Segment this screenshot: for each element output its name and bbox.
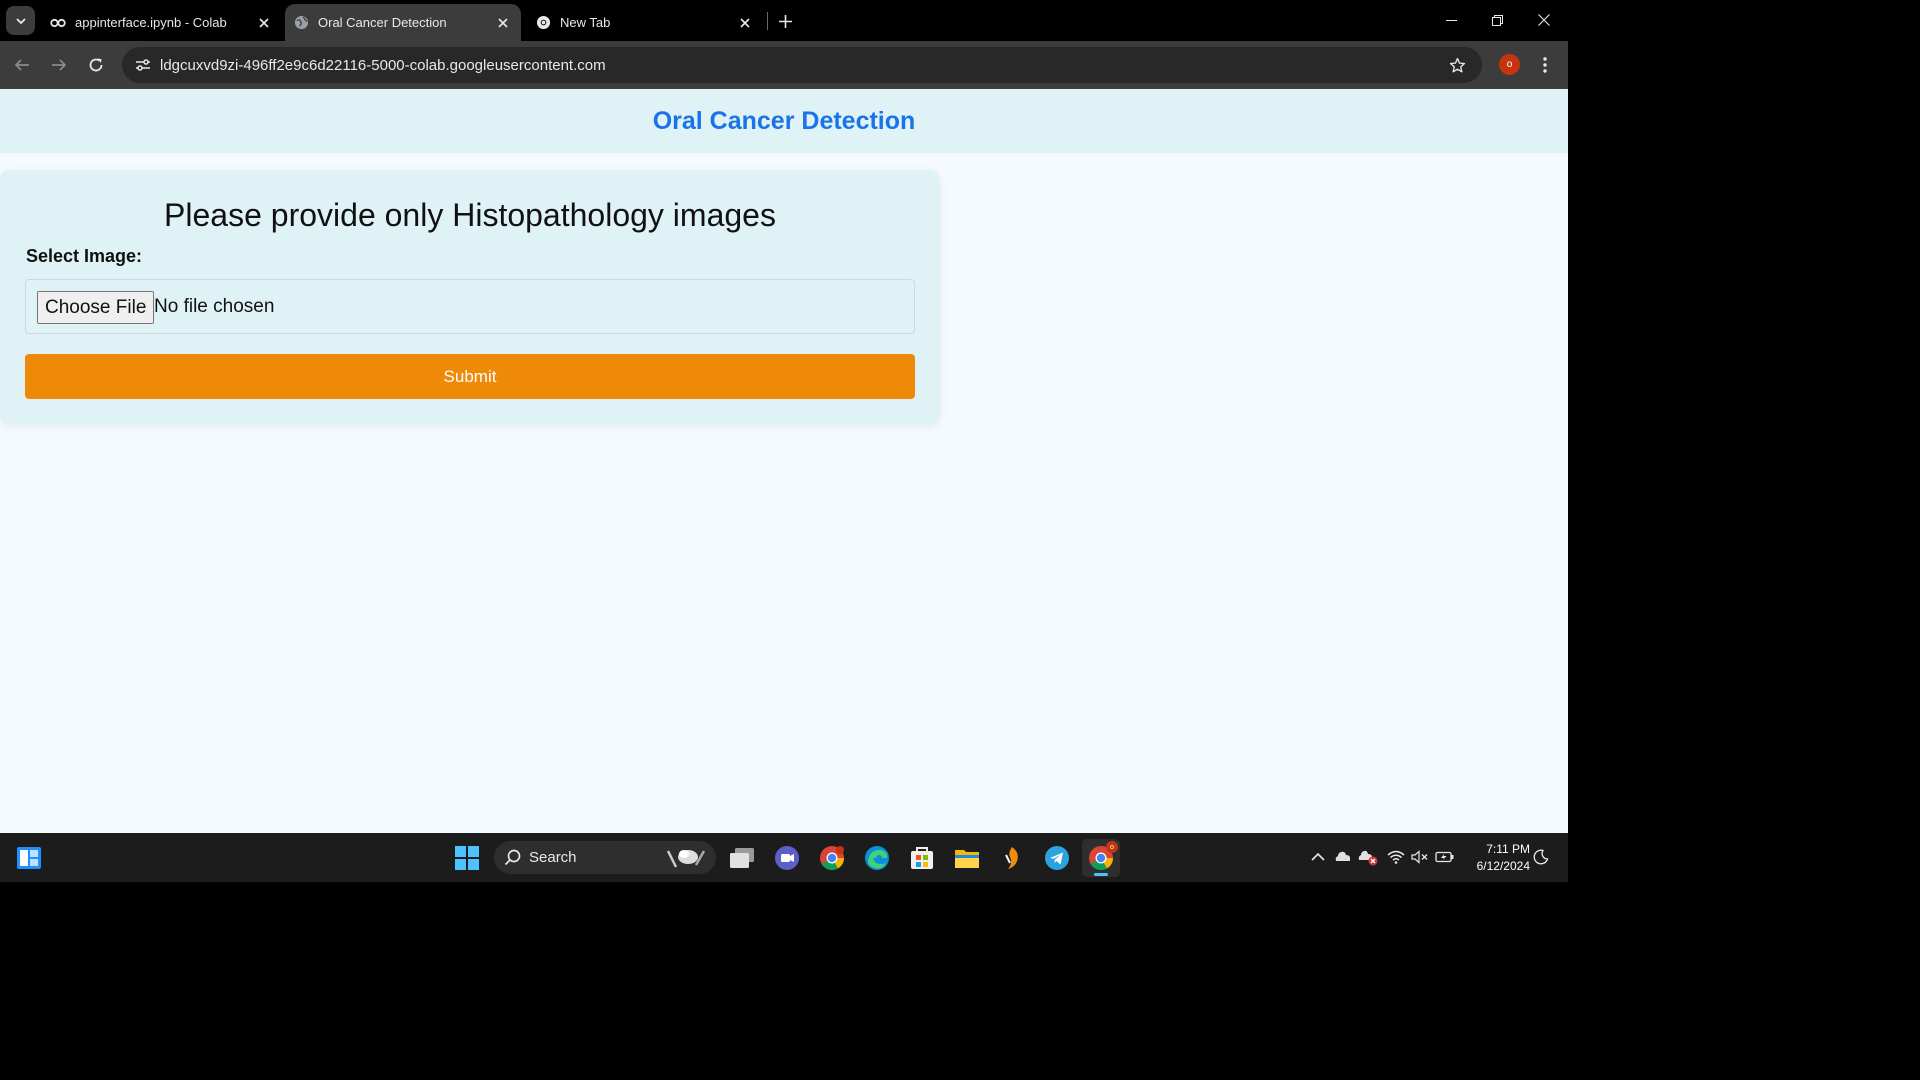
reload-button[interactable]	[80, 49, 112, 81]
folder-icon	[955, 850, 979, 868]
close-window-button[interactable]	[1521, 0, 1567, 40]
wifi-icon[interactable]	[1386, 847, 1406, 867]
tab-search-button[interactable]	[6, 6, 35, 35]
minimize-icon	[1445, 19, 1457, 21]
file-explorer-button[interactable]	[948, 839, 986, 877]
orange-app-button[interactable]	[993, 839, 1031, 877]
arrow-right-icon	[52, 59, 67, 71]
sync-error-tray-icon[interactable]	[1358, 847, 1378, 867]
tab-colab[interactable]: appinterface.ipynb - Colab	[42, 4, 282, 41]
task-view-icon	[730, 848, 754, 868]
store-button[interactable]	[903, 839, 941, 877]
search-icon	[504, 849, 521, 866]
bookmark-star-icon[interactable]	[1446, 54, 1468, 76]
tab-title: Oral Cancer Detection	[318, 15, 447, 30]
clock-time: 7:11 PM	[1486, 842, 1530, 856]
site-info-icon[interactable]	[129, 51, 157, 79]
submit-button[interactable]: Submit	[25, 354, 915, 399]
task-view-button[interactable]	[723, 839, 761, 877]
battery-charging-icon[interactable]	[1435, 847, 1455, 867]
chrome-profile-button[interactable]	[813, 839, 851, 877]
search-highlight-icon	[666, 849, 706, 868]
tab-oral-cancer-detection[interactable]: Oral Cancer Detection	[285, 4, 521, 41]
edge-button[interactable]	[858, 839, 896, 877]
search-label: Search	[529, 849, 577, 866]
chrome-icon	[820, 846, 844, 871]
store-icon	[911, 847, 933, 869]
globe-icon	[293, 15, 309, 31]
new-tab-button[interactable]	[772, 8, 798, 34]
telegram-icon	[1045, 846, 1069, 870]
upload-card: Please provide only Histopathology image…	[0, 170, 940, 425]
file-input[interactable]: Choose File No file chosen	[25, 279, 915, 334]
tab-new-tab[interactable]: New Tab	[527, 4, 763, 41]
profile-avatar[interactable]: o	[1499, 54, 1520, 75]
telegram-button[interactable]	[1038, 839, 1076, 877]
page-content: Oral Cancer Detection Please provide onl…	[0, 89, 1568, 833]
app-icon	[1005, 847, 1018, 869]
onedrive-tray-icon[interactable]	[1333, 847, 1353, 867]
taskbar-search-box[interactable]: Search	[494, 841, 716, 874]
forward-button[interactable]	[43, 49, 75, 81]
widgets-icon	[17, 847, 41, 869]
address-bar[interactable]: ldgcuxvd9zi-496ff2e9c6d22116-5000-colab.…	[122, 47, 1482, 83]
url-text[interactable]: ldgcuxvd9zi-496ff2e9c6d22116-5000-colab.…	[160, 57, 606, 74]
choose-file-button[interactable]: Choose File	[37, 291, 155, 324]
volume-muted-icon[interactable]	[1410, 847, 1430, 867]
close-icon[interactable]	[493, 13, 513, 33]
restore-button[interactable]	[1474, 0, 1520, 40]
restore-icon	[1491, 14, 1503, 26]
windows-logo-icon	[455, 846, 479, 870]
site-title: Oral Cancer Detection	[652, 106, 916, 135]
browser-tab-strip: appinterface.ipynb - Colab Oral Cancer D…	[0, 0, 1568, 41]
select-image-label: Select Image:	[26, 246, 143, 266]
clock-date: 6/12/2024	[1476, 859, 1530, 873]
file-status-text: No file chosen	[154, 296, 275, 317]
plus-icon	[778, 14, 792, 28]
chevron-up-icon	[1311, 852, 1325, 861]
notification-badge: o	[1106, 841, 1118, 853]
teams-icon	[775, 846, 799, 870]
minimize-button[interactable]	[1428, 0, 1474, 40]
taskbar-clock[interactable]: 7:11 PM 6/12/2024	[1462, 841, 1530, 875]
close-icon[interactable]	[735, 13, 755, 33]
card-title: Please provide only Histopathology image…	[164, 197, 776, 233]
colab-icon	[50, 15, 66, 31]
tab-title: New Tab	[560, 15, 611, 30]
active-app-indicator	[1094, 873, 1108, 876]
start-button[interactable]	[448, 839, 486, 877]
tab-separator	[767, 12, 768, 30]
teams-button[interactable]	[768, 839, 806, 877]
reload-icon	[89, 58, 103, 72]
more-menu-icon[interactable]	[1533, 53, 1557, 77]
browser-toolbar: ldgcuxvd9zi-496ff2e9c6d22116-5000-colab.…	[0, 41, 1568, 89]
windows-taskbar: Search o 7:11 PM 6/12/2024	[0, 833, 1568, 882]
tab-title: appinterface.ipynb - Colab	[75, 15, 227, 30]
show-hidden-icons-button[interactable]	[1308, 847, 1328, 867]
site-header: Oral Cancer Detection	[0, 89, 1568, 153]
widgets-button[interactable]	[10, 839, 48, 877]
chrome-taskbar-button[interactable]: o	[1082, 839, 1120, 877]
close-icon	[1538, 14, 1550, 26]
do-not-disturb-icon[interactable]	[1531, 847, 1551, 867]
arrow-left-icon	[14, 59, 29, 71]
close-icon[interactable]	[254, 13, 274, 33]
chevron-down-icon	[15, 17, 26, 24]
edge-icon	[865, 846, 889, 870]
chrome-icon	[535, 15, 551, 31]
back-button[interactable]	[6, 49, 38, 81]
